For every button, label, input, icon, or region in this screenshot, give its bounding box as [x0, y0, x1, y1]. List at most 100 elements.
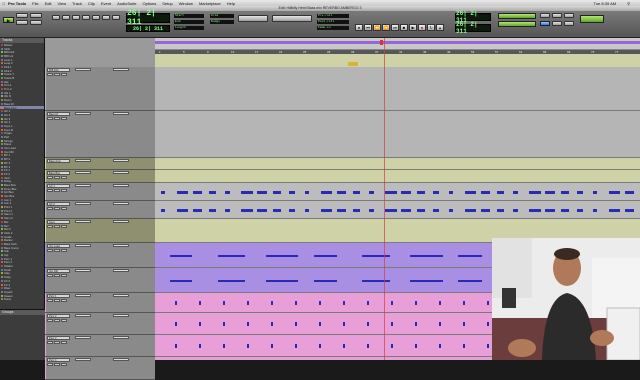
solo-button[interactable] — [54, 176, 60, 179]
solo-button[interactable] — [54, 274, 60, 277]
audio-hit-waveform[interactable] — [367, 322, 369, 326]
menu-track[interactable]: Track — [72, 1, 82, 6]
track-header[interactable]: 808 kick — [45, 67, 155, 111]
wait-for-note-button[interactable] — [552, 13, 562, 18]
output-selector[interactable] — [113, 202, 129, 205]
conductor-button[interactable] — [540, 21, 550, 26]
mute-button[interactable] — [61, 73, 67, 76]
audio-hit-waveform[interactable] — [199, 322, 201, 326]
track-lane[interactable] — [155, 183, 640, 201]
audio-clip-waveform[interactable] — [218, 254, 245, 257]
meter-display[interactable] — [498, 21, 536, 27]
loop-icon[interactable]: ↻ — [427, 24, 435, 31]
audio-hit-waveform[interactable] — [343, 301, 345, 305]
output-selector[interactable] — [113, 184, 129, 187]
output-selector[interactable] — [113, 68, 129, 71]
mute-button[interactable] — [61, 274, 67, 277]
mute-button[interactable] — [61, 341, 67, 344]
audio-hit-waveform[interactable] — [175, 322, 177, 326]
audio-clip-waveform[interactable] — [410, 279, 443, 282]
audio-clip-waveform[interactable] — [561, 190, 569, 194]
record-enable-button[interactable] — [47, 274, 53, 277]
audio-clip-waveform[interactable] — [314, 254, 337, 257]
online-button[interactable]: ● — [355, 24, 363, 31]
audio-clip-waveform[interactable] — [193, 190, 202, 194]
insert-slot[interactable] — [75, 171, 91, 174]
audio-clip-waveform[interactable] — [161, 190, 165, 194]
grabber-tool-icon[interactable] — [82, 15, 90, 20]
output-selector[interactable] — [113, 336, 129, 339]
audio-hit-waveform[interactable] — [319, 344, 321, 348]
apple-icon[interactable]:  — [0, 1, 8, 6]
midi-merge-button[interactable] — [540, 13, 550, 18]
track-header[interactable]: Vox Dbl — [45, 268, 155, 293]
pencil-tool-icon[interactable] — [102, 15, 110, 20]
audio-hit-waveform[interactable] — [295, 322, 297, 326]
audio-clip-waveform[interactable] — [625, 190, 634, 194]
mute-button[interactable] — [61, 207, 67, 210]
audio-clip-waveform[interactable] — [177, 208, 188, 212]
track-name-field[interactable]: Perc 1 — [47, 294, 70, 298]
audio-hit-waveform[interactable] — [367, 344, 369, 348]
go-to-end-icon[interactable]: ⏭ — [391, 24, 399, 31]
menu-marketplace[interactable]: Marketplace — [199, 1, 221, 6]
audio-hit-waveform[interactable] — [295, 344, 297, 348]
audio-clip-waveform[interactable] — [465, 190, 476, 194]
audio-hit-waveform[interactable] — [415, 344, 417, 348]
audio-clip-waveform[interactable] — [273, 208, 281, 212]
audio-clip-waveform[interactable] — [209, 208, 216, 212]
track-header[interactable]: Bass Amp — [45, 158, 155, 170]
audio-clip-waveform[interactable] — [593, 208, 597, 212]
output-selector[interactable] — [113, 269, 129, 272]
menu-options[interactable]: Options — [142, 1, 156, 6]
audio-clip-waveform[interactable] — [257, 190, 267, 194]
track-header[interactable]: Perc 2 — [45, 313, 155, 335]
audio-clip-waveform[interactable] — [170, 279, 192, 282]
edit-mode-button[interactable]: ▶ — [3, 17, 14, 23]
track-name-field[interactable]: Perc 3 — [47, 336, 70, 340]
audio-clip-waveform[interactable] — [458, 279, 482, 282]
audio-clip-waveform[interactable] — [529, 208, 541, 212]
audio-hit-waveform[interactable] — [175, 344, 177, 348]
insert-slot[interactable] — [75, 294, 91, 297]
insert-slot[interactable] — [75, 244, 91, 247]
countoff-button[interactable] — [564, 13, 574, 18]
slip-button[interactable] — [16, 20, 28, 25]
audio-clip-waveform[interactable] — [177, 190, 188, 194]
fast-forward-icon[interactable]: ⏩ — [382, 24, 390, 31]
audio-clip-waveform[interactable] — [266, 254, 298, 257]
audio-clip-waveform[interactable] — [529, 190, 541, 194]
track-name-field[interactable]: Bass DI — [47, 112, 70, 116]
track-name-field[interactable]: Bass Amp — [47, 159, 70, 163]
record-enable-button[interactable] — [47, 189, 53, 192]
track-header[interactable]: Keys — [45, 219, 155, 243]
audio-hit-waveform[interactable] — [295, 301, 297, 305]
audio-clip-waveform[interactable] — [465, 208, 476, 212]
audio-hit-waveform[interactable] — [319, 322, 321, 326]
audio-hit-waveform[interactable] — [487, 301, 489, 305]
audio-clip-waveform[interactable] — [218, 279, 245, 282]
audio-hit-waveform[interactable] — [319, 301, 321, 305]
audio-clip-waveform[interactable] — [305, 208, 309, 212]
grid-readout[interactable]: Grid — [210, 14, 234, 18]
track-header[interactable]: Bass DI — [45, 111, 155, 158]
audio-hit-waveform[interactable] — [343, 322, 345, 326]
track-name-field[interactable]: Gtr 2 — [47, 202, 70, 206]
audio-hit-waveform[interactable] — [175, 301, 177, 305]
return-to-zero-icon[interactable]: ⏮ — [364, 24, 372, 31]
trim-tool-icon[interactable] — [62, 15, 70, 20]
menu-clip[interactable]: Clip — [88, 1, 95, 6]
audio-clip-waveform[interactable] — [241, 190, 253, 194]
audio-hit-waveform[interactable] — [487, 344, 489, 348]
playhead-marker[interactable] — [380, 40, 383, 45]
pre-roll-readout[interactable]: Pre-roll — [317, 14, 349, 18]
audio-clip-waveform[interactable] — [321, 208, 332, 212]
audio-clip-waveform[interactable] — [458, 254, 482, 257]
main-counter[interactable]: 26| 2| 311 — [126, 9, 170, 27]
track-name-field[interactable]: Perc 2 — [47, 314, 70, 318]
solo-button[interactable] — [54, 225, 60, 228]
audio-clip-waveform[interactable] — [161, 208, 165, 212]
solo-button[interactable] — [54, 341, 60, 344]
tempo-display[interactable] — [498, 13, 536, 19]
record-enable-button[interactable] — [47, 319, 53, 322]
